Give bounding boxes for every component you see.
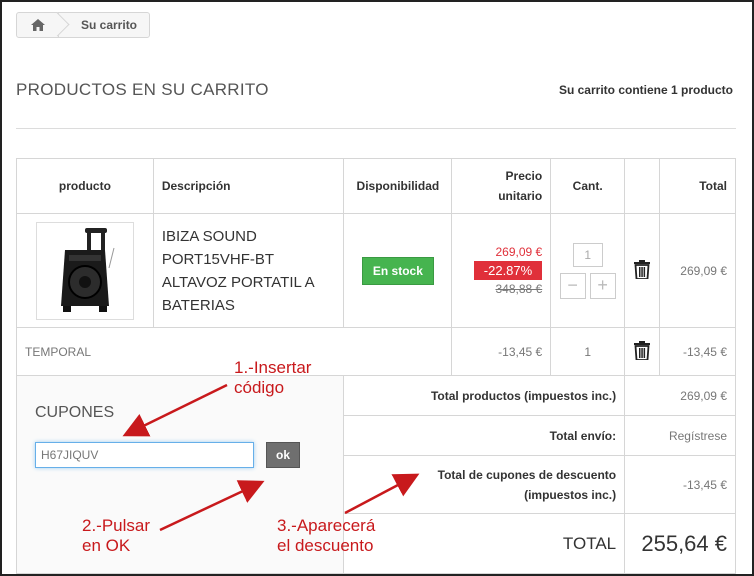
annotation-step2: 2.-Pulsar en OK bbox=[82, 516, 150, 556]
header-availability: Disponibilidad bbox=[343, 158, 453, 214]
table-row-voucher: TEMPORAL -13,45 € 1 -13,45 € bbox=[15, 327, 736, 376]
header-total: Total bbox=[659, 158, 736, 214]
breadcrumb-home[interactable] bbox=[17, 13, 59, 37]
product-description[interactable]: IBIZA SOUND PORT15VHF-BT ALTAVOZ PORTATI… bbox=[152, 213, 345, 328]
trash-icon[interactable] bbox=[634, 259, 651, 280]
cart-summary: Su carrito contiene 1 producto bbox=[558, 83, 733, 97]
coupon-ok-button[interactable]: ok bbox=[266, 442, 300, 468]
grand-total-value: 255,64 € bbox=[624, 513, 736, 574]
totals-row-products: CUPONES ok Total productos (impuestos in… bbox=[15, 375, 736, 574]
speaker-icon bbox=[60, 227, 115, 312]
header-qty: Cant. bbox=[550, 158, 626, 214]
annotation-step1-line1: 1.-Insertar bbox=[234, 358, 312, 377]
header-product: producto bbox=[16, 158, 154, 214]
annotation-step1: 1.-Insertar código bbox=[234, 358, 311, 398]
trash-icon[interactable] bbox=[634, 340, 651, 361]
total-products-label: Total productos (impuestos inc.) bbox=[343, 375, 626, 416]
quantity-plus-button[interactable]: + bbox=[589, 272, 616, 299]
qty-cell: 1 − + bbox=[550, 213, 626, 328]
total-shipping-value: Regístrese bbox=[624, 415, 736, 456]
product-total: 269,09 € bbox=[659, 213, 736, 328]
total-coupons-label: Total de cupones de descuento (impuestos… bbox=[343, 455, 626, 514]
annotation-step3-line1: 3.-Aparecerá bbox=[277, 516, 376, 535]
table-row-product: IBIZA SOUND PORT15VHF-BT ALTAVOZ PORTATI… bbox=[16, 213, 736, 328]
voucher-unit-price: -13,45 € bbox=[451, 327, 552, 376]
total-coupons-label-line2: (impuestos inc.) bbox=[524, 487, 617, 502]
annotation-step3-line2: el descuento bbox=[277, 536, 374, 555]
product-thumbnail[interactable] bbox=[35, 221, 134, 320]
breadcrumb: Su carrito bbox=[16, 12, 151, 38]
home-icon bbox=[30, 19, 45, 31]
total-shipping-label: Total envío: bbox=[343, 415, 626, 456]
table-header-row: producto Descripción Disponibilidad Prec… bbox=[16, 158, 736, 214]
quantity-minus-button[interactable]: − bbox=[559, 272, 586, 299]
quantity-input[interactable]: 1 bbox=[572, 242, 603, 267]
product-image-cell bbox=[16, 213, 154, 328]
annotation-step2-line1: 2.-Pulsar bbox=[82, 516, 151, 535]
total-coupons-value: -13,45 € bbox=[624, 455, 736, 514]
header-description: Descripción bbox=[152, 158, 345, 214]
total-coupons-label-line1: Total de cupones de descuento bbox=[437, 467, 617, 482]
price-new: 269,09 € bbox=[495, 245, 543, 259]
annotation-step2-line2: en OK bbox=[82, 536, 131, 555]
price-old: 348,88 € bbox=[495, 282, 543, 296]
unit-price-cell: 269,09 € -22.87% 348,88 € bbox=[451, 213, 552, 328]
price-discount-badge: -22.87% bbox=[473, 261, 543, 280]
breadcrumb-current: Su carrito bbox=[81, 18, 138, 32]
voucher-total: -13,45 € bbox=[659, 327, 736, 376]
voucher-qty: 1 bbox=[550, 327, 626, 376]
grand-total-label: TOTAL bbox=[343, 513, 626, 574]
header-delete bbox=[624, 158, 661, 214]
header-unit-price-line2: unitario bbox=[498, 189, 543, 203]
total-products-value: 269,09 € bbox=[624, 375, 736, 416]
delete-cell bbox=[624, 213, 661, 328]
header-unit-price-line1: Precio bbox=[505, 169, 543, 183]
voucher-delete-cell bbox=[624, 327, 661, 376]
coupon-code-input[interactable] bbox=[35, 442, 254, 468]
header-unit-price: Precio unitario bbox=[451, 158, 552, 214]
annotation-step3: 3.-Aparecerá el descuento bbox=[277, 516, 375, 556]
divider bbox=[16, 128, 736, 129]
coupon-title: CUPONES bbox=[35, 404, 115, 421]
stock-badge: En stock bbox=[361, 256, 434, 285]
availability-cell: En stock bbox=[343, 213, 453, 328]
page-title: PRODUCTOS EN SU CARRITO bbox=[16, 80, 269, 99]
annotation-step1-line2: código bbox=[234, 378, 285, 397]
page-frame: Su carrito PRODUCTOS EN SU CARRITO Su ca… bbox=[0, 0, 754, 576]
cart-table: producto Descripción Disponibilidad Prec… bbox=[15, 158, 736, 574]
